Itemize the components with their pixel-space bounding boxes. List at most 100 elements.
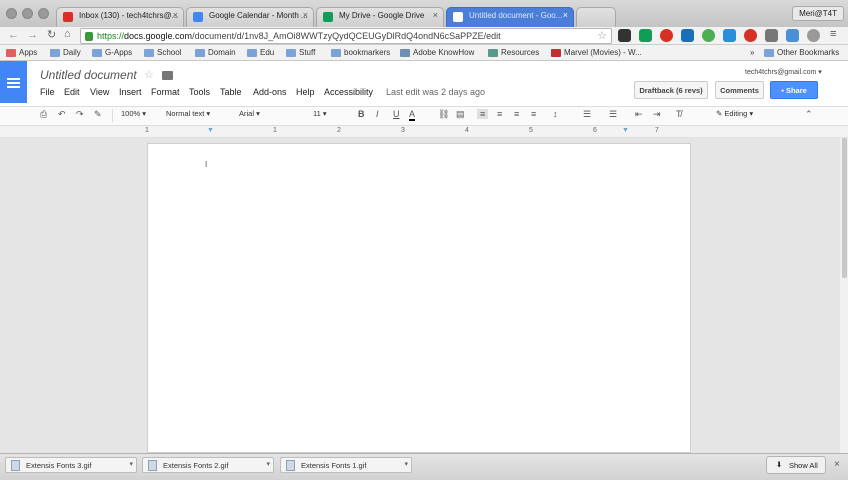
extension-icon[interactable] <box>618 29 631 42</box>
profile-button[interactable]: Meri@T4T <box>792 6 844 21</box>
comments-button[interactable]: Comments <box>715 81 764 99</box>
share-button[interactable]: ▪ Share <box>770 81 818 99</box>
tab-untitled-document[interactable]: Untitled document - Goo... × <box>446 7 574 27</box>
clear-formatting-icon[interactable]: T̸ <box>676 109 682 119</box>
bookmark-other[interactable]: Other Bookmarks <box>764 48 839 57</box>
menu-format[interactable]: Format <box>151 87 180 97</box>
bookmark-stuff[interactable]: Stuff <box>286 48 315 57</box>
decrease-indent-icon[interactable]: ⇤ <box>635 109 643 120</box>
bookmark-resources[interactable]: Resources <box>488 48 539 57</box>
align-left-icon[interactable]: ≡ <box>477 109 489 119</box>
bookmark-g-apps[interactable]: G-Apps <box>92 48 132 57</box>
download-item[interactable]: Extensis Fonts 3.gif ▾ <box>5 457 137 473</box>
extension-icon[interactable] <box>723 29 736 42</box>
paint-format-icon[interactable]: ✎ <box>94 109 102 120</box>
extension-icon[interactable] <box>807 29 820 42</box>
bookmark-domain[interactable]: Domain <box>195 48 236 57</box>
menu-insert[interactable]: Insert <box>119 87 142 97</box>
close-downloads-icon[interactable]: × <box>834 459 840 470</box>
drive-extension-icon[interactable] <box>639 29 652 42</box>
text-color-icon[interactable]: A <box>409 109 416 121</box>
close-tab-icon[interactable]: × <box>303 10 308 20</box>
star-icon[interactable]: ☆ <box>144 68 154 81</box>
line-spacing-icon[interactable]: ↕ <box>553 109 558 119</box>
home-icon[interactable]: ⌂ <box>64 28 71 40</box>
menu-table[interactable]: Table <box>220 87 242 97</box>
bookmark-bookmarkers[interactable]: bookmarkers <box>331 48 390 57</box>
last-edit-status[interactable]: Last edit was 2 days ago <box>386 87 485 97</box>
draftback-button[interactable]: Draftback (6 revs) <box>634 81 708 99</box>
extension-icon[interactable] <box>744 29 757 42</box>
pinterest-icon[interactable] <box>660 29 673 42</box>
docs-home-icon[interactable] <box>0 61 27 103</box>
right-indent-marker-icon[interactable]: ▼ <box>622 127 629 134</box>
document-page[interactable]: I <box>147 143 691 453</box>
document-title[interactable]: Untitled document <box>40 68 137 82</box>
print-icon[interactable]: ⎙ <box>40 109 47 120</box>
menu-file[interactable]: File <box>40 87 55 97</box>
download-item[interactable]: Extensis Fonts 1.gif ▾ <box>280 457 412 473</box>
editing-mode-select[interactable]: ✎ Editing ▾ <box>716 109 792 118</box>
menu-add-ons[interactable]: Add-ons <box>253 87 287 97</box>
scrollbar-thumb[interactable] <box>842 138 847 278</box>
extension-icon[interactable] <box>786 29 799 42</box>
font-size-select[interactable]: 11 ▾ <box>313 109 351 118</box>
bookmark-daily[interactable]: Daily <box>50 48 81 57</box>
tab-calendar[interactable]: Google Calendar - Month ... × <box>186 7 314 27</box>
chevron-down-icon[interactable]: ▾ <box>129 460 133 468</box>
bookmark-edu[interactable]: Edu <box>247 48 274 57</box>
redo-icon[interactable]: ↷ <box>76 109 84 120</box>
close-tab-icon[interactable]: × <box>173 10 178 20</box>
align-center-icon[interactable]: ≡ <box>497 109 502 119</box>
bold-icon[interactable]: B <box>358 109 365 119</box>
forward-icon[interactable]: → <box>27 29 38 41</box>
camera-icon[interactable] <box>765 29 778 42</box>
numbered-list-icon[interactable]: ☰ <box>583 109 591 120</box>
bookmark-apps[interactable]: Apps <box>6 48 37 57</box>
menu-icon[interactable]: ≡ <box>830 28 836 40</box>
menu-tools[interactable]: Tools <box>189 87 210 97</box>
align-right-icon[interactable]: ≡ <box>514 109 519 119</box>
zoom-select[interactable]: 100% ▾ <box>121 109 159 118</box>
extension-icon[interactable] <box>681 29 694 42</box>
chevron-down-icon[interactable]: ▾ <box>404 460 408 468</box>
bulleted-list-icon[interactable]: ☰ <box>609 109 617 120</box>
account-email[interactable]: tech4tchrs@gmail.com ▾ <box>745 68 822 76</box>
chevron-down-icon[interactable]: ▾ <box>266 460 270 468</box>
increase-indent-icon[interactable]: ⇥ <box>653 109 661 120</box>
bookmark-star-icon[interactable]: ☆ <box>597 29 607 42</box>
link-icon[interactable]: ⛓ <box>438 109 449 120</box>
zoom-window-button[interactable] <box>38 8 49 19</box>
reload-icon[interactable]: ↻ <box>47 28 56 41</box>
comment-icon[interactable]: ▤ <box>456 109 465 120</box>
bookmark-adobe-knowhow[interactable]: Adobe KnowHow <box>400 48 474 57</box>
minimize-window-button[interactable] <box>22 8 33 19</box>
italic-icon[interactable]: I <box>376 109 379 119</box>
close-tab-icon[interactable]: × <box>563 10 568 20</box>
bookmark-marvel[interactable]: Marvel (Movies) - W... <box>551 48 642 57</box>
justify-icon[interactable]: ≡ <box>531 109 536 119</box>
menu-accessibility[interactable]: Accessibility <box>324 87 373 97</box>
undo-icon[interactable]: ↶ <box>58 109 66 120</box>
tab-drive[interactable]: My Drive - Google Drive × <box>316 7 444 27</box>
font-select[interactable]: Arial ▾ <box>239 109 297 118</box>
bookmarks-overflow[interactable]: » <box>750 48 754 57</box>
collapse-icon[interactable]: ⌃ <box>805 109 813 120</box>
close-window-button[interactable] <box>6 8 17 19</box>
underline-icon[interactable]: U <box>393 109 400 119</box>
bookmark-school[interactable]: School <box>144 48 181 57</box>
indent-marker-icon[interactable]: ▼ <box>207 127 214 134</box>
paragraph-style-select[interactable]: Normal text ▾ <box>166 109 230 118</box>
address-bar[interactable]: https://docs.google.com/document/d/1nv8J… <box>80 28 612 44</box>
show-all-downloads-button[interactable]: ⬇ Show All <box>766 456 826 474</box>
extension-icon[interactable] <box>702 29 715 42</box>
new-tab-button[interactable] <box>576 7 616 27</box>
menu-help[interactable]: Help <box>296 87 315 97</box>
move-to-folder-icon[interactable] <box>162 71 173 80</box>
menu-edit[interactable]: Edit <box>64 87 80 97</box>
tab-inbox[interactable]: Inbox (130) - tech4tchrs@... × <box>56 7 184 27</box>
menu-view[interactable]: View <box>90 87 109 97</box>
download-item[interactable]: Extensis Fonts 2.gif ▾ <box>142 457 274 473</box>
back-icon[interactable]: ← <box>8 29 19 41</box>
close-tab-icon[interactable]: × <box>433 10 438 20</box>
